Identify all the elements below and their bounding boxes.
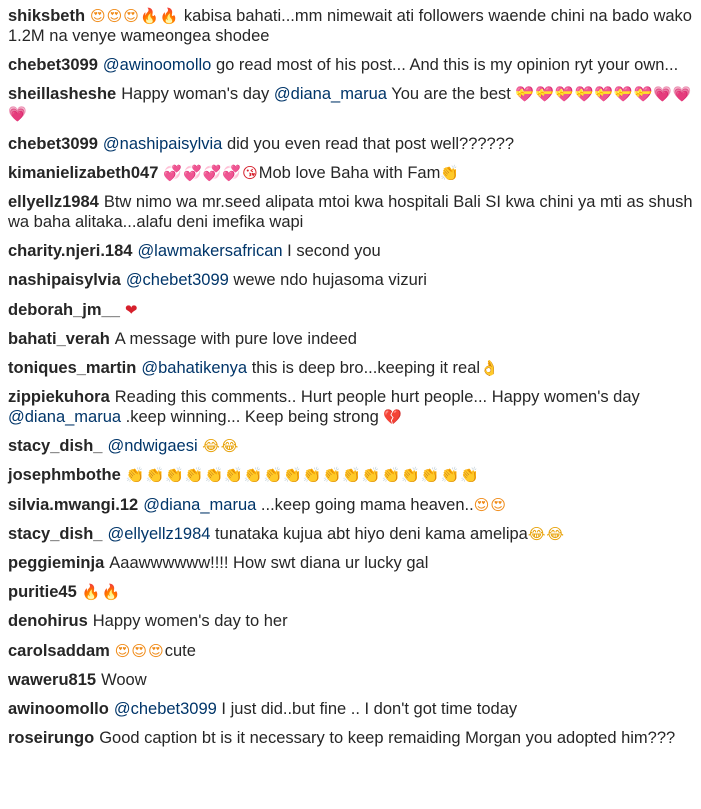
comment-text: Happy women's day to her <box>92 612 288 631</box>
comment-item: stacy_dish_ @ellyellz1984 tunataka kujua … <box>8 520 701 549</box>
comment-text: Woow <box>101 670 147 689</box>
mention-link[interactable]: @bahatikenya <box>141 359 247 377</box>
comment-username[interactable]: chebet3099 <box>8 56 98 74</box>
comment-list: shiksbeth 😍😍😍🔥🔥 kabisa bahati...mm nimewa… <box>0 0 701 753</box>
comment-item: silvia.mwangi.12 @diana_marua ...keep goi… <box>8 491 701 520</box>
mention-link[interactable]: @nashipaisylvia <box>103 135 222 153</box>
emoji: 😍😍😍🔥🔥 <box>90 7 180 25</box>
emoji: 👏 <box>440 163 461 182</box>
comment-item: stacy_dish_ @ndwigaesi 😂😂 <box>8 432 701 461</box>
mention-link[interactable]: @awinoomollo <box>103 56 211 74</box>
comment-username[interactable]: kimanielizabeth047 <box>8 164 158 182</box>
comment-item: ellyellz1984 Btw nimo wa mr.seed alipata … <box>8 188 701 237</box>
comment-username[interactable]: carolsaddam <box>8 642 110 660</box>
comment-text: I second you <box>282 242 381 261</box>
mention-link[interactable]: @chebet3099 <box>114 700 217 718</box>
comment-item: bahati_verah A message with pure love ind… <box>8 325 701 354</box>
comment-username[interactable]: puritie45 <box>8 583 77 601</box>
emoji: 👏👏👏👏👏👏👏👏👏👏👏👏👏👏👏👏👏👏 <box>125 466 480 485</box>
comment-username[interactable]: stacy_dish_ <box>8 525 102 543</box>
comment-username[interactable]: peggieminja <box>8 554 104 572</box>
comment-username[interactable]: toniques_martin <box>8 359 136 377</box>
emoji: 😂😂 <box>527 524 565 543</box>
emoji: 👌 <box>480 358 500 377</box>
mention-link[interactable]: @ellyellz1984 <box>107 525 210 543</box>
comment-text: cute <box>164 641 196 660</box>
comment-username[interactable]: chebet3099 <box>8 135 98 153</box>
emoji: 😂😂 <box>202 437 240 456</box>
comment-item: zippiekuhora Reading this comments.. Hurt… <box>8 383 701 432</box>
comment-item: chebet3099 @nashipaisylvia did you even r… <box>8 130 701 159</box>
comment-username[interactable]: awinoomollo <box>8 700 109 718</box>
comment-text: go read most of his post... And this is … <box>211 56 679 75</box>
comment-text: Reading this comments.. Hurt people hurt… <box>114 388 640 407</box>
comment-username[interactable]: shiksbeth <box>8 7 85 25</box>
comment-text: did you even read that post well?????? <box>222 134 515 153</box>
fire-icon: 🔥🔥 <box>81 583 122 602</box>
comment-text: Mob love Baha with Fam <box>258 163 441 182</box>
comment-item: peggieminja Aaawwwwww!!!! How swt diana u… <box>8 549 701 578</box>
comment-username[interactable]: deborah_jm__ <box>8 301 120 319</box>
comment-username[interactable]: waweru815 <box>8 671 96 689</box>
mention-link[interactable]: @ndwigaesi <box>107 437 197 455</box>
comment-item: roseirungo Good caption bt is it necessar… <box>8 724 701 753</box>
comment-text: ...keep going mama heaven.. <box>256 495 474 514</box>
emoji: 😍😍 <box>473 495 507 514</box>
emoji: 💞💞💞💞😘 <box>163 163 259 182</box>
comment-username[interactable]: roseirungo <box>8 729 94 747</box>
mention-link[interactable]: @chebet3099 <box>126 271 229 289</box>
comment-item: denohirus Happy women's day to her <box>8 607 701 636</box>
comment-item: toniques_martin @bahatikenya this is deep… <box>8 354 701 383</box>
comment-item: puritie45 🔥🔥 <box>8 578 701 607</box>
comment-username[interactable]: denohirus <box>8 612 88 630</box>
comment-username[interactable]: sheillasheshe <box>8 85 116 103</box>
comment-text: I just did..but fine .. I don't got time… <box>216 699 518 718</box>
comment-text: Aaawwwwww!!!! How swt diana ur lucky gal <box>109 554 429 572</box>
comment-item: shiksbeth 😍😍😍🔥🔥 kabisa bahati...mm nimewa… <box>8 2 701 51</box>
comment-text: wewe ndo hujasoma vizuri <box>228 271 427 290</box>
comment-item: deborah_jm__ ❤ <box>8 296 701 325</box>
comment-item: waweru815 Woow <box>8 666 701 695</box>
emoji: 😍😍😍 <box>114 641 165 660</box>
comment-username[interactable]: ellyellz1984 <box>8 193 99 211</box>
comment-username[interactable]: charity.njeri.184 <box>8 242 132 260</box>
mention-link[interactable]: @lawmakersafrican <box>137 242 282 260</box>
comment-item: carolsaddam 😍😍😍cute <box>8 637 701 666</box>
comment-text: A message with pure love indeed <box>114 329 357 348</box>
mention-link[interactable]: @diana_marua <box>143 496 256 514</box>
comment-username[interactable]: silvia.mwangi.12 <box>8 496 138 514</box>
comment-item: nashipaisylvia @chebet3099 wewe ndo hujas… <box>8 266 701 295</box>
mention-link[interactable]: @diana_marua <box>8 408 121 426</box>
comment-text: .keep winning... Keep being strong <box>121 408 384 427</box>
heart-icon: ❤ <box>124 300 139 319</box>
mention-link[interactable]: @diana_marua <box>274 85 387 103</box>
comment-text: Good caption bt is it necessary to keep … <box>99 729 676 748</box>
comment-username[interactable]: nashipaisylvia <box>8 271 121 289</box>
comment-text: tunataka kujua abt hiyo deni kama amelip… <box>210 524 528 543</box>
comment-item: charity.njeri.184 @lawmakersafrican I sec… <box>8 237 701 266</box>
comment-text: Happy woman's day <box>121 85 274 104</box>
comment-username[interactable]: josephmbothe <box>8 466 121 484</box>
comment-item: kimanielizabeth047 💞💞💞💞😘Mob love Baha wit… <box>8 159 701 188</box>
comment-item: chebet3099 @awinoomollo go read most of h… <box>8 51 701 80</box>
comment-username[interactable]: bahati_verah <box>8 330 110 348</box>
comment-text: Btw nimo wa mr.seed alipata mtoi kwa hos… <box>8 192 693 231</box>
comment-username[interactable]: zippiekuhora <box>8 388 110 406</box>
comment-text: this is deep bro...keeping it real <box>247 358 481 377</box>
comment-username[interactable]: stacy_dish_ <box>8 437 102 455</box>
comment-item: awinoomollo @chebet3099 I just did..but f… <box>8 695 701 724</box>
comment-text: You are the best <box>386 85 516 104</box>
comment-item: josephmbothe 👏👏👏👏👏👏👏👏👏👏👏👏👏👏👏👏👏👏 <box>8 461 701 490</box>
comment-item: sheillasheshe Happy woman's day @diana_ma… <box>8 80 701 129</box>
emoji: 💔 <box>383 408 404 427</box>
